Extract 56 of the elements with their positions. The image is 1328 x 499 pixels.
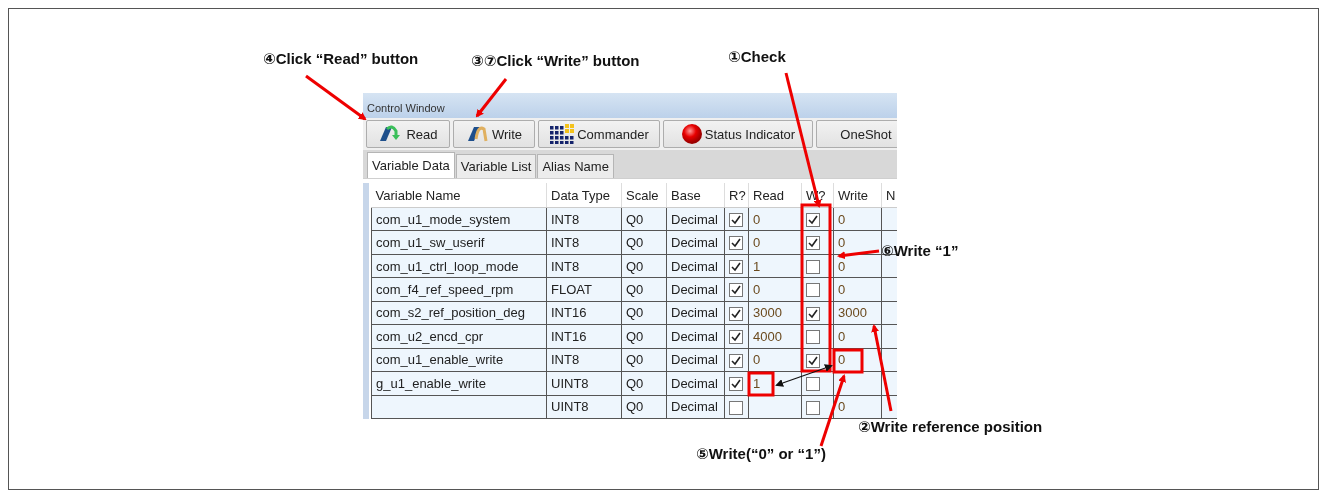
toolbar-button[interactable]: OneShot <box>816 120 897 148</box>
table-cell: com_u2_encd_cpr <box>371 324 547 349</box>
column-header[interactable]: Data Type <box>546 183 622 208</box>
toolbar-button[interactable]: Commander <box>538 120 660 148</box>
pointer-arrow <box>305 74 367 121</box>
table-cell: com_u1_sw_userif <box>371 230 547 255</box>
tab[interactable]: Alias Name <box>537 154 614 178</box>
column-header[interactable]: Read <box>748 183 802 208</box>
toolbar-button[interactable]: Status Indicator <box>663 120 813 148</box>
checkbox[interactable] <box>806 236 820 251</box>
tab[interactable]: Variable Data <box>367 152 455 178</box>
callout-label: ⑤Write(“0” or “1”) <box>696 445 826 463</box>
checkbox[interactable] <box>729 377 743 392</box>
checkbox[interactable] <box>729 283 743 298</box>
checkbox[interactable] <box>729 259 743 274</box>
callout-label: ⑥Write “1” <box>881 242 959 260</box>
callout-label: ①Check <box>728 48 786 66</box>
table-cell: com_u1_enable_write <box>371 348 547 372</box>
checkbox[interactable] <box>806 259 820 274</box>
column-header[interactable]: Base <box>666 183 725 208</box>
column-header[interactable]: R? <box>724 183 749 208</box>
checkbox[interactable] <box>806 283 820 298</box>
status-light-icon <box>680 123 703 145</box>
checkbox[interactable] <box>806 377 820 392</box>
pointer-arrow <box>475 78 508 118</box>
checkbox[interactable] <box>806 330 820 345</box>
checkbox[interactable] <box>729 330 743 345</box>
grid-icon <box>549 124 576 144</box>
double-arrow <box>775 364 833 387</box>
column-header[interactable]: Scale <box>621 183 667 208</box>
table-cell: com_f4_ref_speed_rpm <box>371 277 547 302</box>
table-cell: com_s2_ref_position_deg <box>371 301 547 325</box>
checkbox[interactable] <box>806 400 820 415</box>
tab[interactable]: Variable List <box>455 154 537 178</box>
checkbox[interactable] <box>806 353 820 368</box>
toolbar-button[interactable]: Write <box>453 120 535 148</box>
checkbox[interactable] <box>729 400 743 415</box>
window-title: Control Window <box>363 93 897 118</box>
table-cell: g_u1_enable_write <box>371 371 547 395</box>
checkbox[interactable] <box>806 213 820 227</box>
checkbox[interactable] <box>729 306 743 321</box>
callout-label: ④Click “Read” button <box>263 50 419 68</box>
highlight-frame <box>747 371 775 397</box>
column-header[interactable]: Write <box>833 183 882 208</box>
column-header[interactable]: Variable Name <box>371 183 547 208</box>
pointer-arrow <box>837 249 880 260</box>
table-cell: com_u1_ctrl_loop_mode <box>371 254 547 278</box>
table-cell: com_u1_mode_system <box>371 207 547 231</box>
callout-label: ③⑦Click “Write” button <box>471 52 640 70</box>
write-icon <box>465 125 490 143</box>
checkbox[interactable] <box>729 236 743 251</box>
callout-label: ②Write reference position <box>858 418 1043 436</box>
checkbox[interactable] <box>729 353 743 368</box>
toolbar-button[interactable]: Read <box>366 120 450 148</box>
checkbox[interactable] <box>729 213 743 227</box>
checkbox[interactable] <box>806 306 820 321</box>
